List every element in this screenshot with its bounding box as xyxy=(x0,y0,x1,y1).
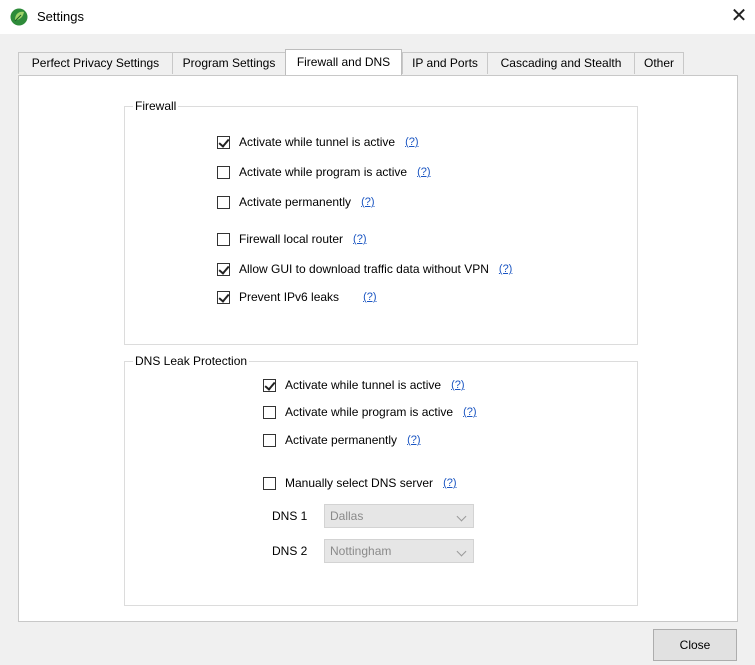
help-link[interactable]: (?) xyxy=(417,166,430,178)
help-link[interactable]: (?) xyxy=(451,379,464,391)
option-label: Firewall local router xyxy=(239,232,344,246)
option-label: Prevent IPv6 leaks xyxy=(239,290,340,304)
tab-ip-and-ports[interactable]: IP and Ports xyxy=(402,52,488,74)
dns-leak-protection-group: DNS Leak Protection Activate while tunne… xyxy=(124,354,638,606)
firewall-local-router-checkbox[interactable] xyxy=(217,232,230,246)
dns-tunnel-checkbox[interactable] xyxy=(263,378,276,392)
dns2-select[interactable]: Nottingham xyxy=(324,539,474,563)
firewall-permanent-checkbox[interactable] xyxy=(217,195,230,209)
firewall-ipv6-checkbox[interactable] xyxy=(217,290,230,304)
option-label: Manually select DNS server xyxy=(285,476,434,490)
help-link[interactable]: (?) xyxy=(353,233,366,245)
dns-option-manual: Manually select DNS server (?) xyxy=(263,474,457,492)
firewall-option-tunnel: Activate while tunnel is active (?) xyxy=(217,133,419,151)
option-label: Activate permanently xyxy=(239,195,352,209)
firewall-tunnel-checkbox[interactable] xyxy=(217,135,230,149)
firewall-group-title: Firewall xyxy=(133,99,179,113)
dns2-label: DNS 2 xyxy=(272,544,308,558)
chevron-down-icon xyxy=(456,546,467,557)
title-bar: Settings ✕ xyxy=(0,0,755,34)
option-label: Activate permanently xyxy=(285,433,398,447)
green-leaf-icon xyxy=(10,8,28,26)
dns-option-permanent: Activate permanently (?) xyxy=(263,431,421,449)
dns-option-tunnel: Activate while tunnel is active (?) xyxy=(263,376,465,394)
help-link[interactable]: (?) xyxy=(443,477,456,489)
tab-program-settings[interactable]: Program Settings xyxy=(172,52,286,74)
tab-cascading-and-stealth[interactable]: Cascading and Stealth xyxy=(487,52,635,74)
help-link[interactable]: (?) xyxy=(463,406,476,418)
firewall-option-gui-download: Allow GUI to download traffic data witho… xyxy=(217,260,512,278)
help-link[interactable]: (?) xyxy=(499,263,512,275)
help-link[interactable]: (?) xyxy=(361,196,374,208)
dns-permanent-checkbox[interactable] xyxy=(263,433,276,447)
firewall-program-checkbox[interactable] xyxy=(217,165,230,179)
dns-group-title: DNS Leak Protection xyxy=(133,354,250,368)
tab-firewall-and-dns[interactable]: Firewall and DNS xyxy=(285,49,402,75)
firewall-option-ipv6: Prevent IPv6 leaks (?) xyxy=(217,288,377,306)
firewall-option-permanent: Activate permanently (?) xyxy=(217,193,375,211)
tab-panel: Firewall Activate while tunnel is active… xyxy=(18,75,738,622)
firewall-option-local-router: Firewall local router (?) xyxy=(217,230,367,248)
firewall-option-program: Activate while program is active (?) xyxy=(217,163,431,181)
dns-manual-checkbox[interactable] xyxy=(263,476,276,490)
dns-option-program: Activate while program is active (?) xyxy=(263,403,477,421)
tab-other[interactable]: Other xyxy=(634,52,684,74)
window-title: Settings xyxy=(37,9,84,24)
close-button[interactable]: Close xyxy=(653,629,737,661)
option-label: Allow GUI to download traffic data witho… xyxy=(239,262,489,276)
dns1-value: Dallas xyxy=(330,509,364,523)
help-link[interactable]: (?) xyxy=(363,291,376,303)
chevron-down-icon xyxy=(456,511,467,522)
dns-program-checkbox[interactable] xyxy=(263,405,276,419)
firewall-group: Firewall Activate while tunnel is active… xyxy=(124,99,638,345)
option-label: Activate while program is active xyxy=(285,405,454,419)
option-label: Activate while program is active xyxy=(239,165,408,179)
help-link[interactable]: (?) xyxy=(405,136,418,148)
close-icon[interactable]: ✕ xyxy=(726,4,752,28)
dns1-select[interactable]: Dallas xyxy=(324,504,474,528)
firewall-gui-download-checkbox[interactable] xyxy=(217,262,230,276)
dns2-value: Nottingham xyxy=(330,544,392,558)
option-label: Activate while tunnel is active xyxy=(239,135,396,149)
help-link[interactable]: (?) xyxy=(407,434,420,446)
option-label: Activate while tunnel is active xyxy=(285,378,442,392)
dns1-label: DNS 1 xyxy=(272,509,308,523)
tab-perfect-privacy-settings[interactable]: Perfect Privacy Settings xyxy=(18,52,173,74)
